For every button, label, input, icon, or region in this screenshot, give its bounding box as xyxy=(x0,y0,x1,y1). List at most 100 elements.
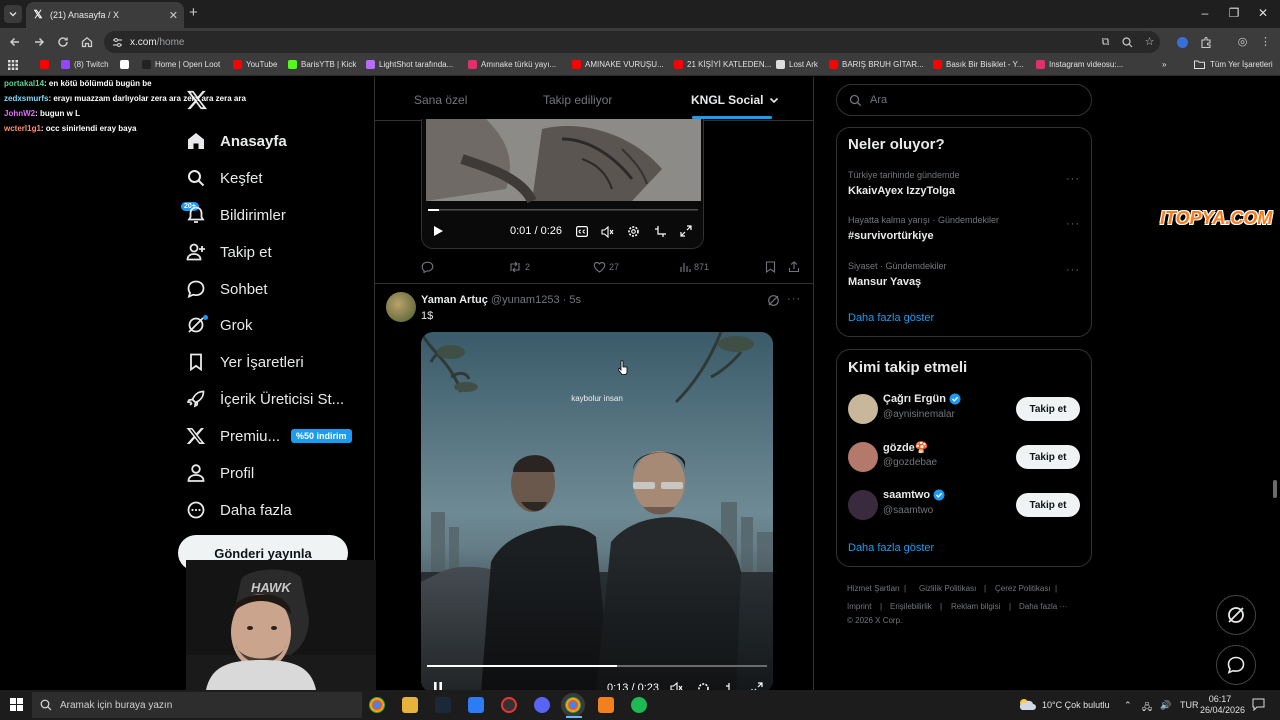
discord-icon[interactable] xyxy=(534,697,550,713)
dock-button[interactable] xyxy=(654,225,667,238)
install-app-icon[interactable]: ⧉ xyxy=(1099,36,1112,49)
chrome-active-icon[interactable] xyxy=(561,693,585,717)
mute-button[interactable] xyxy=(601,226,614,238)
taskbar-search-input[interactable]: Aramak için buraya yazın xyxy=(32,692,362,718)
reload-button[interactable] xyxy=(55,34,71,50)
tweet-author-avatar[interactable] xyxy=(386,292,416,322)
address-bar[interactable] xyxy=(104,31,1160,53)
bookmark-button[interactable] xyxy=(765,261,779,273)
follow-button[interactable]: Takip et xyxy=(1016,493,1080,517)
follow-button[interactable]: Takip et xyxy=(1016,397,1080,421)
url-text[interactable]: x.com/home xyxy=(130,37,184,48)
close-window-button[interactable]: ✕ xyxy=(1256,6,1270,20)
notification-center-icon[interactable] xyxy=(1252,698,1265,711)
close-tab-icon[interactable]: ✕ xyxy=(169,9,178,22)
spotify-icon[interactable] xyxy=(631,697,647,713)
bookmark-item[interactable]: Lost Ark xyxy=(776,60,818,69)
tab-kngl-social[interactable]: KNGL Social xyxy=(691,93,780,107)
tab-search-button[interactable] xyxy=(4,5,22,23)
bookmark-item[interactable]: 21 KİŞİYİ KATLEDEN... xyxy=(674,60,771,69)
follow-button[interactable]: Takip et xyxy=(1016,445,1080,469)
sidebar-item[interactable]: Premiu... xyxy=(186,423,280,449)
sidebar-item[interactable]: Anasayfa xyxy=(186,128,287,154)
cloudflare-icon[interactable] xyxy=(598,697,614,713)
user-name[interactable]: Çağrı Ergün xyxy=(883,393,961,405)
sidebar-item[interactable]: Takip et xyxy=(186,239,272,265)
tweet-author[interactable]: Yaman Artuç @yunam1253 · 5s xyxy=(421,294,581,306)
network-icon[interactable]: 🖧 xyxy=(1142,700,1152,716)
bookmark-item[interactable]: YouTube xyxy=(233,60,277,69)
tweet-video[interactable]: kaybolur insan 0:13 / 0:23 xyxy=(421,332,773,692)
tab-for-you[interactable]: Sana özel xyxy=(414,93,467,107)
windows-start-button[interactable] xyxy=(10,698,23,711)
app-icon[interactable] xyxy=(468,697,484,713)
footer-link[interactable]: Çerez Politikası xyxy=(995,584,1051,593)
volume-icon[interactable]: 🔊 xyxy=(1160,700,1171,711)
bookmark-item[interactable]: Basık Bir Bisiklet - Y... xyxy=(933,60,1024,69)
captions-button[interactable] xyxy=(576,226,588,237)
trend-more-button[interactable]: ··· xyxy=(1066,173,1080,185)
sidebar-item[interactable]: Yer İşaretleri xyxy=(186,349,304,375)
page-scrollbar-thumb[interactable] xyxy=(1273,480,1277,498)
tweet-more-button[interactable]: ··· xyxy=(787,293,801,305)
all-bookmarks-button[interactable]: Tüm Yer İşaretleri xyxy=(1194,60,1273,69)
bookmark-item[interactable]: Home | Open Loot xyxy=(142,60,220,69)
bookmarks-overflow-button[interactable]: » xyxy=(1162,60,1166,69)
grok-floating-button[interactable] xyxy=(1216,595,1256,635)
trend-name[interactable]: KkaivAyex IzzyTolga xyxy=(848,185,955,197)
grok-explain-button[interactable] xyxy=(767,294,780,307)
forward-button[interactable] xyxy=(31,34,47,50)
browser-tab-active[interactable]: 𝕏 (21) Anasayfa / X ✕ xyxy=(26,2,184,28)
footer-link[interactable]: Gizlilik Politikası xyxy=(919,584,976,593)
trend-more-button[interactable]: ··· xyxy=(1066,218,1080,230)
user-avatar[interactable] xyxy=(848,394,878,424)
taskbar-clock[interactable]: 06:17 26/04/2026 xyxy=(1200,694,1245,716)
sidebar-item[interactable]: Keşfet xyxy=(186,165,263,191)
trend-more-button[interactable]: ··· xyxy=(1066,264,1080,276)
bookmark-item[interactable] xyxy=(120,60,133,69)
bookmark-item[interactable] xyxy=(40,60,53,69)
obs-icon[interactable] xyxy=(501,697,517,713)
extensions-puzzle-icon[interactable] xyxy=(1200,36,1213,49)
user-name[interactable]: saamtwo xyxy=(883,489,945,501)
search-input[interactable]: Ara xyxy=(836,84,1092,116)
tab-following[interactable]: Takip ediliyor xyxy=(543,93,612,107)
bookmark-item[interactable]: Amınake türkü yayı... xyxy=(468,60,556,69)
settings-button[interactable] xyxy=(627,225,640,238)
chrome-taskbar-icon[interactable] xyxy=(369,697,385,713)
bookmark-item[interactable]: AMINAKE VURUŞU... xyxy=(572,60,664,69)
back-button[interactable] xyxy=(7,34,23,50)
bookmark-item[interactable]: LightShot tarafında... xyxy=(366,60,453,69)
weather-text[interactable]: 10°C Çok bulutlu xyxy=(1042,700,1110,710)
fullscreen-button[interactable] xyxy=(680,225,692,237)
profile-icon[interactable]: ◎ xyxy=(1236,36,1249,49)
apps-grid-icon[interactable] xyxy=(8,60,18,70)
user-avatar[interactable] xyxy=(848,442,878,472)
trends-show-more[interactable]: Daha fazla göster xyxy=(848,312,934,324)
messages-floating-button[interactable] xyxy=(1216,645,1256,685)
user-name[interactable]: gözde🍄 xyxy=(883,441,928,454)
bookmark-item[interactable]: Instagram videosu:... xyxy=(1036,60,1123,69)
footer-link[interactable]: Erişilebilirlik xyxy=(890,602,932,611)
zoom-icon[interactable] xyxy=(1121,36,1134,49)
trend-name[interactable]: Mansur Yavaş xyxy=(848,276,921,288)
sidebar-item[interactable]: Grok xyxy=(186,312,253,338)
footer-link[interactable]: Daha fazla ··· xyxy=(1019,602,1067,611)
sidebar-item[interactable]: Daha fazla xyxy=(186,497,292,523)
file-explorer-icon[interactable] xyxy=(402,697,418,713)
bookmark-item[interactable]: (8) Twitch xyxy=(61,60,109,69)
steam-icon[interactable] xyxy=(435,697,451,713)
user-avatar[interactable] xyxy=(848,490,878,520)
footer-link[interactable]: Reklam bilgisi xyxy=(951,602,1000,611)
sidebar-item[interactable]: İçerik Üreticisi St... xyxy=(186,386,344,412)
maximize-button[interactable]: ❐ xyxy=(1227,6,1241,20)
language-indicator[interactable]: TUR xyxy=(1180,700,1199,710)
like-button[interactable]: 27 xyxy=(593,261,619,273)
previous-tweet-video[interactable]: 0:01 / 0:26 xyxy=(421,119,704,249)
footer-link[interactable]: Hizmet Şartları xyxy=(847,584,900,593)
new-tab-button[interactable]: + xyxy=(189,5,198,20)
sidebar-item[interactable]: Bildirimler xyxy=(186,202,286,228)
home-button[interactable] xyxy=(79,34,95,50)
retweet-button[interactable]: 2 xyxy=(508,261,530,273)
bookmark-item[interactable]: BARIŞ BRUH GİTAR... xyxy=(829,60,924,69)
